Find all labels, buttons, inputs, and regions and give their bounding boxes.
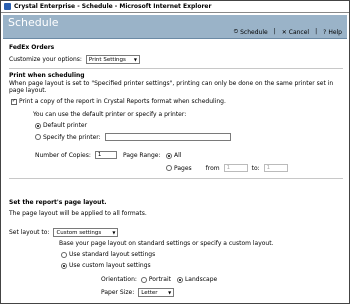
- cancel-button[interactable]: ✕ Cancel: [282, 28, 309, 36]
- help-icon: ?: [323, 28, 327, 36]
- layout-select[interactable]: Custom settings ▼: [53, 228, 119, 237]
- customize-label: Customize your options:: [9, 56, 82, 63]
- chevron-down-icon: ▼: [168, 290, 172, 295]
- help-button-label: Help: [328, 28, 342, 36]
- paper-size-value: Letter: [141, 289, 158, 296]
- schedule-button[interactable]: ⏲ Schedule: [233, 28, 267, 36]
- page-from-input[interactable]: 1: [223, 164, 248, 172]
- page-title: Schedule: [8, 16, 59, 29]
- to-label: to:: [251, 164, 260, 172]
- from-label: from: [205, 164, 220, 172]
- standard-layout-radio[interactable]: [61, 251, 67, 258]
- orientation-label: Orientation:: [101, 276, 137, 283]
- custom-layout-label: Use custom layout settings: [69, 262, 151, 269]
- printer-intro: You can use the default printer or speci…: [33, 111, 187, 118]
- schedule-banner: Schedule ⏲ Schedule | ✕ Cancel | ? Help: [3, 15, 347, 39]
- set-layout-row: Set layout to: Custom settings ▼: [9, 228, 119, 237]
- portrait-label: Portrait: [148, 276, 171, 283]
- copies-row: Number of Copies: 1: [35, 151, 117, 159]
- default-printer-radio[interactable]: [35, 122, 41, 129]
- report-name: FedEx Orders: [9, 44, 55, 51]
- title-bar: Crystal Enterprise - Schedule - Microsof…: [1, 1, 349, 13]
- clock-icon: ⏲: [233, 28, 239, 35]
- help-button[interactable]: ? Help: [323, 28, 342, 36]
- page-range-all-label: All: [174, 152, 182, 159]
- print-copy-checkbox[interactable]: ✓: [11, 98, 17, 105]
- page-range-pages-radio[interactable]: [166, 165, 172, 171]
- page-range-all-option[interactable]: All: [166, 152, 181, 159]
- layout-intro: Base your page layout on standard settin…: [59, 240, 274, 247]
- chevron-down-icon: ▼: [133, 57, 137, 62]
- browser-window: Crystal Enterprise - Schedule - Microsof…: [0, 0, 350, 304]
- customize-select-value: Print Settings: [88, 56, 126, 63]
- print-section-title: Print when scheduling: [9, 72, 85, 79]
- default-printer-option[interactable]: Default printer: [35, 122, 87, 129]
- browser-icon: [4, 3, 11, 10]
- window-title: Crystal Enterprise - Schedule - Microsof…: [14, 3, 212, 10]
- close-icon: ✕: [281, 28, 287, 36]
- page-range-pages-label: Pages: [174, 164, 192, 172]
- print-description: When page layout is set to "Specified pr…: [9, 80, 334, 94]
- page-range-label: Page Range:: [123, 152, 161, 159]
- page-to-input[interactable]: 1: [263, 164, 288, 172]
- cancel-button-label: Cancel: [288, 28, 310, 36]
- layout-select-value: Custom settings: [56, 229, 102, 236]
- page-range-all-radio[interactable]: [166, 152, 172, 159]
- customize-select[interactable]: Print Settings ▼: [85, 55, 140, 64]
- standard-layout-label: Use standard layout settings: [69, 251, 156, 258]
- specify-printer-option[interactable]: Specify the printer:: [35, 133, 231, 141]
- action-toolbar: ⏲ Schedule | ✕ Cancel | ? Help: [233, 28, 342, 36]
- specify-printer-label: Specify the printer:: [43, 133, 101, 141]
- set-layout-label: Set layout to:: [9, 229, 50, 236]
- print-copy-label: Print a copy of the report in Crystal Re…: [19, 98, 226, 105]
- chevron-down-icon: ▼: [112, 230, 116, 235]
- page-range-pages-option[interactable]: Pages from 1 to: 1: [166, 164, 288, 172]
- divider: [9, 68, 343, 69]
- specify-printer-input[interactable]: [104, 133, 231, 141]
- orientation-row: Orientation: Portrait Landscape: [101, 276, 217, 283]
- schedule-button-label: Schedule: [240, 28, 268, 36]
- copies-input[interactable]: 1: [94, 151, 117, 159]
- default-printer-label: Default printer: [43, 122, 88, 129]
- specify-printer-radio[interactable]: [35, 134, 41, 140]
- toolbar-separator: |: [273, 28, 276, 35]
- copies-label: Number of Copies:: [35, 151, 91, 159]
- divider: [9, 178, 343, 179]
- toolbar-separator: |: [315, 28, 318, 35]
- customize-row: Customize your options: Print Settings ▼: [9, 55, 140, 64]
- paper-size-select[interactable]: Letter ▼: [138, 288, 175, 297]
- paper-size-label: Paper Size:: [101, 289, 135, 296]
- custom-layout-option[interactable]: Use custom layout settings: [61, 262, 151, 269]
- layout-section-title: Set the report's page layout.: [9, 199, 107, 206]
- standard-layout-option[interactable]: Use standard layout settings: [61, 251, 155, 258]
- portrait-radio[interactable]: [140, 276, 147, 283]
- landscape-label: Landscape: [184, 276, 218, 283]
- landscape-radio[interactable]: [176, 276, 183, 283]
- layout-description: The page layout will be applied to all f…: [9, 210, 147, 217]
- custom-layout-radio[interactable]: [61, 262, 67, 269]
- print-copy-row: ✓ Print a copy of the report in Crystal …: [11, 98, 226, 105]
- paper-size-row: Paper Size: Letter ▼: [101, 288, 175, 297]
